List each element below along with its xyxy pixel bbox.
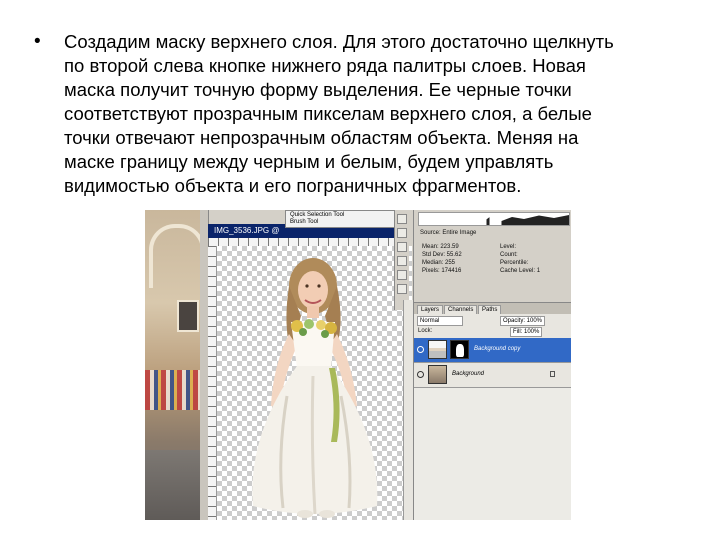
fill-field[interactable]: Fill: 100% bbox=[510, 327, 543, 337]
right-panels: Source: Entire Image Mean: 223.59 Std De… bbox=[413, 210, 571, 520]
lock-label: Lock: bbox=[418, 328, 433, 334]
histogram-stat: Count: bbox=[500, 252, 518, 258]
histogram-stat: Percentile: bbox=[500, 260, 529, 266]
layers-controls: Normal Opacity: 100% Lock: Fill: 100% bbox=[414, 314, 571, 338]
histogram-stat: Level: bbox=[500, 244, 517, 250]
eye-icon[interactable] bbox=[417, 371, 424, 378]
floor-area bbox=[145, 450, 205, 520]
histogram-stat: Pixels: 174416 bbox=[422, 268, 462, 274]
panel-icons-column bbox=[394, 210, 409, 310]
histogram-stat: Mean: 223.59 bbox=[422, 244, 459, 250]
photoshop-screenshot: IMG_3536.JPG @ Quick Selection Tool Brus… bbox=[145, 210, 571, 520]
layer-row-background[interactable]: Background bbox=[414, 363, 571, 388]
blend-mode-select[interactable]: Normal bbox=[417, 316, 463, 326]
layer-row-background-copy[interactable]: Background copy bbox=[414, 338, 571, 363]
panel-icon[interactable] bbox=[397, 284, 407, 294]
opacity-field[interactable]: Opacity: 100% bbox=[500, 316, 546, 326]
tool-flyout-menu[interactable]: Quick Selection Tool Brush Tool bbox=[285, 210, 397, 228]
panel-icon[interactable] bbox=[397, 228, 407, 238]
panel-icon[interactable] bbox=[397, 242, 407, 252]
bullet-text: Создадим маску верхнего слоя. Для этого … bbox=[64, 31, 614, 196]
canvas-scrollbar[interactable] bbox=[403, 300, 413, 520]
arch-shape bbox=[149, 224, 205, 288]
eye-icon[interactable] bbox=[417, 346, 424, 353]
tool-option[interactable]: Quick Selection Tool bbox=[290, 212, 344, 219]
tool-option[interactable]: Brush Tool bbox=[290, 219, 318, 226]
histogram-stat: Median: 255 bbox=[422, 260, 456, 266]
girl-in-dress-figure bbox=[252, 258, 378, 518]
histogram-source: Source: Entire Image bbox=[420, 230, 477, 236]
panel-icon[interactable] bbox=[397, 270, 407, 280]
bullet-marker: • bbox=[34, 31, 41, 52]
lock-icon bbox=[550, 371, 555, 377]
crowd-area bbox=[145, 370, 205, 410]
background-photo bbox=[145, 210, 205, 520]
histogram-stat: Std Dev: 55.62 bbox=[422, 252, 462, 258]
ruler-left bbox=[208, 246, 217, 520]
layer-mask-thumbnail[interactable] bbox=[450, 340, 469, 359]
layer-thumbnail bbox=[428, 365, 447, 384]
panel-icon[interactable] bbox=[397, 256, 407, 266]
histogram-graph bbox=[418, 212, 570, 226]
layer-name: Background copy bbox=[474, 346, 521, 352]
layer-thumbnail bbox=[428, 340, 447, 359]
histogram-curve bbox=[419, 215, 569, 225]
panel-icon[interactable] bbox=[397, 214, 407, 224]
layers-empty-area bbox=[414, 388, 571, 520]
building-window bbox=[177, 300, 199, 332]
bullet-item: • Создадим маску верхнего слоя. Для этог… bbox=[34, 30, 694, 198]
histogram-stat: Cache Level: 1 bbox=[500, 268, 541, 274]
transparent-canvas bbox=[217, 246, 412, 520]
layer-name: Background bbox=[452, 371, 485, 377]
